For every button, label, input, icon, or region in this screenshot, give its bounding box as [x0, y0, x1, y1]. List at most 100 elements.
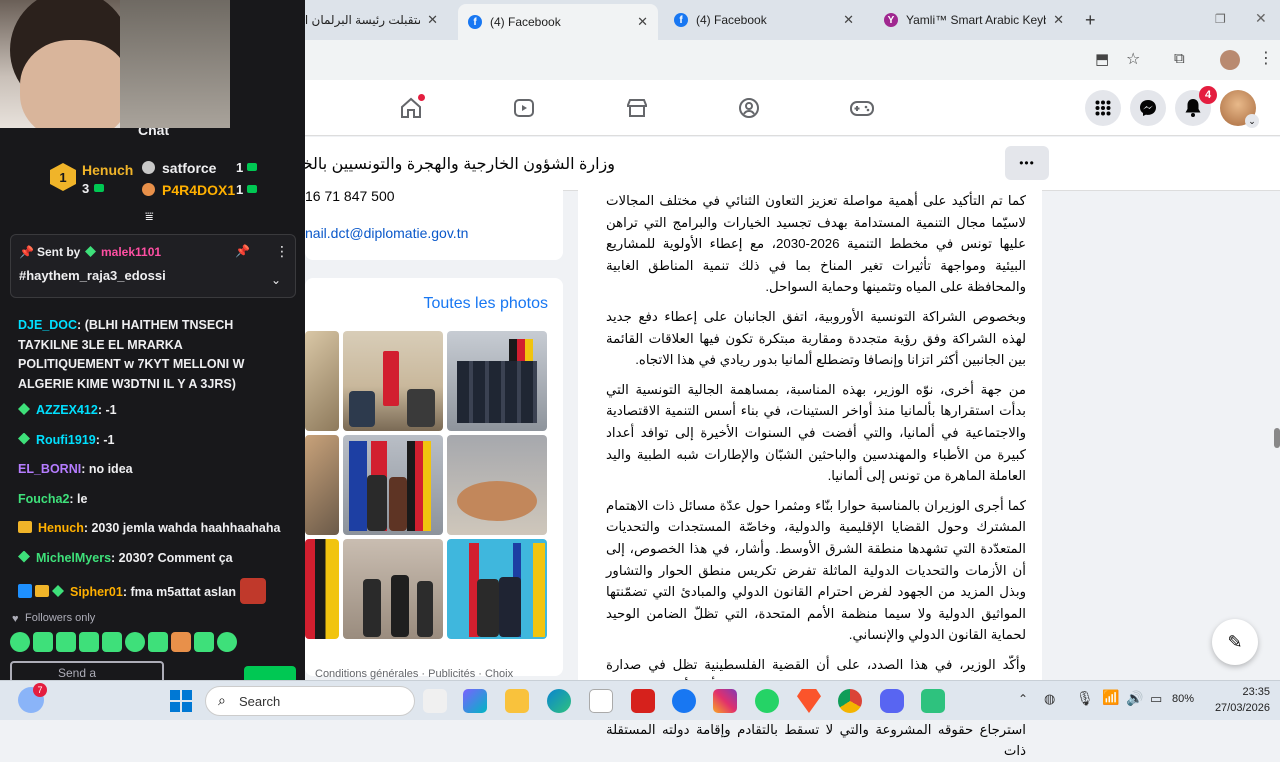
emote-icon[interactable]	[102, 632, 122, 652]
clock-time[interactable]: 23:35	[1212, 686, 1270, 698]
store-icon[interactable]	[589, 689, 613, 713]
windows-taskbar: 7 ⌕ Search ⌃ ◍ 🎙 📶 🔊 ▭ 80% 23:35 27/03/2…	[0, 680, 1280, 720]
footer-links[interactable]: Conditions générales · Publicités · Choi…	[315, 668, 513, 680]
whatsapp-icon[interactable]	[755, 689, 779, 713]
chat-username[interactable]: Henuch	[38, 521, 84, 535]
all-photos-link[interactable]: Toutes les photos	[423, 295, 548, 313]
emote-icon[interactable]	[79, 632, 99, 652]
address-bar-row: □ ✕ ⬒ ☆ ⧉ ⋮	[230, 40, 1280, 80]
chat-username[interactable]: MichelMyers	[36, 551, 111, 565]
microphone-icon[interactable]: 🎙	[1076, 690, 1094, 707]
wifi-icon[interactable]: 📶	[1102, 689, 1119, 706]
chat-username[interactable]: DJE_DOC	[18, 318, 77, 332]
edge-icon[interactable]	[547, 689, 571, 713]
chat-username[interactable]: EL_BORNI	[18, 462, 81, 476]
taskbar-search-box[interactable]: ⌕ Search	[205, 686, 415, 716]
groups-icon[interactable]	[733, 92, 765, 124]
emote-icon[interactable]	[10, 632, 30, 652]
browser-tab-2-active[interactable]: f (4) Facebook ✕	[458, 4, 658, 40]
m365-icon[interactable]	[463, 689, 487, 713]
emote-icon[interactable]	[125, 632, 145, 652]
close-tab-icon[interactable]: ✕	[427, 12, 438, 28]
collapse-leaderboard-icon[interactable]: ⩸	[145, 208, 154, 225]
more-options-icon[interactable]: ⋮	[275, 243, 289, 260]
volume-icon[interactable]: 🔊	[1126, 690, 1143, 707]
video-icon[interactable]	[508, 92, 540, 124]
browser-menu-icon[interactable]: ⋮	[1258, 48, 1274, 68]
leader-name[interactable]: P4R4DOX1	[162, 182, 235, 198]
restore-window-icon[interactable]: ❐	[1215, 12, 1226, 26]
messenger-icon[interactable]	[1130, 90, 1166, 126]
photo-thumbnail[interactable]	[447, 539, 547, 639]
leader-name[interactable]: satforce	[162, 160, 216, 176]
facebook-app-icon[interactable]	[672, 689, 696, 713]
chat-username[interactable]: Sipher01	[70, 585, 123, 599]
page-name[interactable]: وزارة الشؤون الخارجية والهجرة والتونسيين…	[305, 154, 615, 174]
photo-thumbnail[interactable]	[305, 435, 339, 535]
emote-icon[interactable]	[56, 632, 76, 652]
brave-icon[interactable]	[797, 689, 821, 713]
photo-thumbnail[interactable]	[447, 435, 547, 535]
photo-thumbnail[interactable]	[343, 435, 443, 535]
chat-message: MichelMyers: 2030? Comment ça	[0, 549, 300, 569]
weather-icon[interactable]: 7	[18, 683, 47, 713]
photo-thumbnail[interactable]	[343, 539, 443, 639]
emote-icon[interactable]	[33, 632, 53, 652]
windows-start-icon[interactable]	[170, 690, 192, 712]
new-tab-button[interactable]: +	[1085, 10, 1096, 31]
chat-username[interactable]: AZZEX412	[36, 403, 98, 417]
browser-tab-3[interactable]: f (4) Facebook ✕	[664, 7, 864, 33]
emote-icon[interactable]	[171, 632, 191, 652]
tray-app-icon[interactable]: ◍	[1044, 691, 1055, 707]
chrome-icon[interactable]	[838, 689, 862, 713]
bookmark-star-icon[interactable]: ☆	[1126, 49, 1140, 69]
l-app-icon[interactable]	[631, 689, 655, 713]
app-icon[interactable]	[921, 689, 945, 713]
chevron-down-icon[interactable]: ⌄	[1245, 114, 1259, 128]
close-tab-icon[interactable]: ✕	[843, 12, 854, 28]
leader-name[interactable]: Henuch	[82, 162, 133, 178]
photo-thumbnail[interactable]	[305, 539, 339, 639]
close-tab-icon[interactable]: ✕	[1053, 12, 1064, 28]
file-explorer-icon[interactable]	[505, 689, 529, 713]
gaming-icon[interactable]	[846, 92, 878, 124]
more-options-button[interactable]: •••	[1005, 146, 1049, 180]
menu-grid-icon[interactable]	[1085, 90, 1121, 126]
task-view-icon[interactable]	[423, 689, 447, 713]
gift-badge-icon	[18, 521, 32, 533]
pinned-message[interactable]: 📌 Sent by malek1101 📌 ⋮ #haythem_raja3_e…	[10, 234, 296, 298]
pinned-user[interactable]: malek1101	[101, 245, 161, 259]
battery-icon[interactable]: ▭	[1150, 691, 1162, 707]
user-badge-icon	[52, 585, 64, 597]
close-tab-icon[interactable]: ✕	[637, 14, 648, 30]
phone-number[interactable]: 16 71 847 500	[305, 188, 395, 204]
new-message-button[interactable]: ✎	[1212, 619, 1258, 665]
emote-icon[interactable]	[194, 632, 214, 652]
extensions-icon[interactable]: ⧉	[1174, 50, 1185, 67]
chevron-down-icon[interactable]: ⌄	[271, 273, 281, 287]
browser-tab-4[interactable]: Y Yamli™ Smart Arabic Keyboa ✕	[874, 7, 1074, 33]
close-window-icon[interactable]: ✕	[1255, 10, 1267, 27]
photo-thumbnail[interactable]	[447, 331, 547, 431]
unpin-icon[interactable]: 📌	[235, 244, 250, 258]
webcam-overlay	[0, 0, 230, 128]
install-app-icon[interactable]: ⬒	[1095, 50, 1109, 68]
chat-username[interactable]: Foucha2	[18, 492, 69, 506]
email-link[interactable]: nail.dct@diplomatie.gov.tn	[305, 225, 468, 241]
bits-icon	[247, 163, 257, 171]
profile-avatar[interactable]	[1220, 50, 1240, 70]
chat-username[interactable]: Roufi1919	[36, 433, 96, 447]
tray-chevron-icon[interactable]: ⌃	[1018, 692, 1028, 706]
emote-icon[interactable]	[148, 632, 168, 652]
photo-thumbnail[interactable]	[305, 331, 339, 431]
post-paragraph: كما أجرى الوزيران بالمناسبة حوارا بنّاء …	[606, 497, 1026, 643]
notifications-bell-icon[interactable]: 4	[1175, 86, 1217, 126]
home-icon[interactable]	[395, 92, 427, 124]
emote-icon[interactable]	[217, 632, 237, 652]
page-scrollbar[interactable]	[1274, 428, 1280, 448]
photo-thumbnail[interactable]	[343, 331, 443, 431]
instagram-icon[interactable]	[713, 689, 737, 713]
discord-icon[interactable]	[880, 689, 904, 713]
clock-date[interactable]: 27/03/2026	[1200, 702, 1270, 714]
marketplace-icon[interactable]	[621, 92, 653, 124]
